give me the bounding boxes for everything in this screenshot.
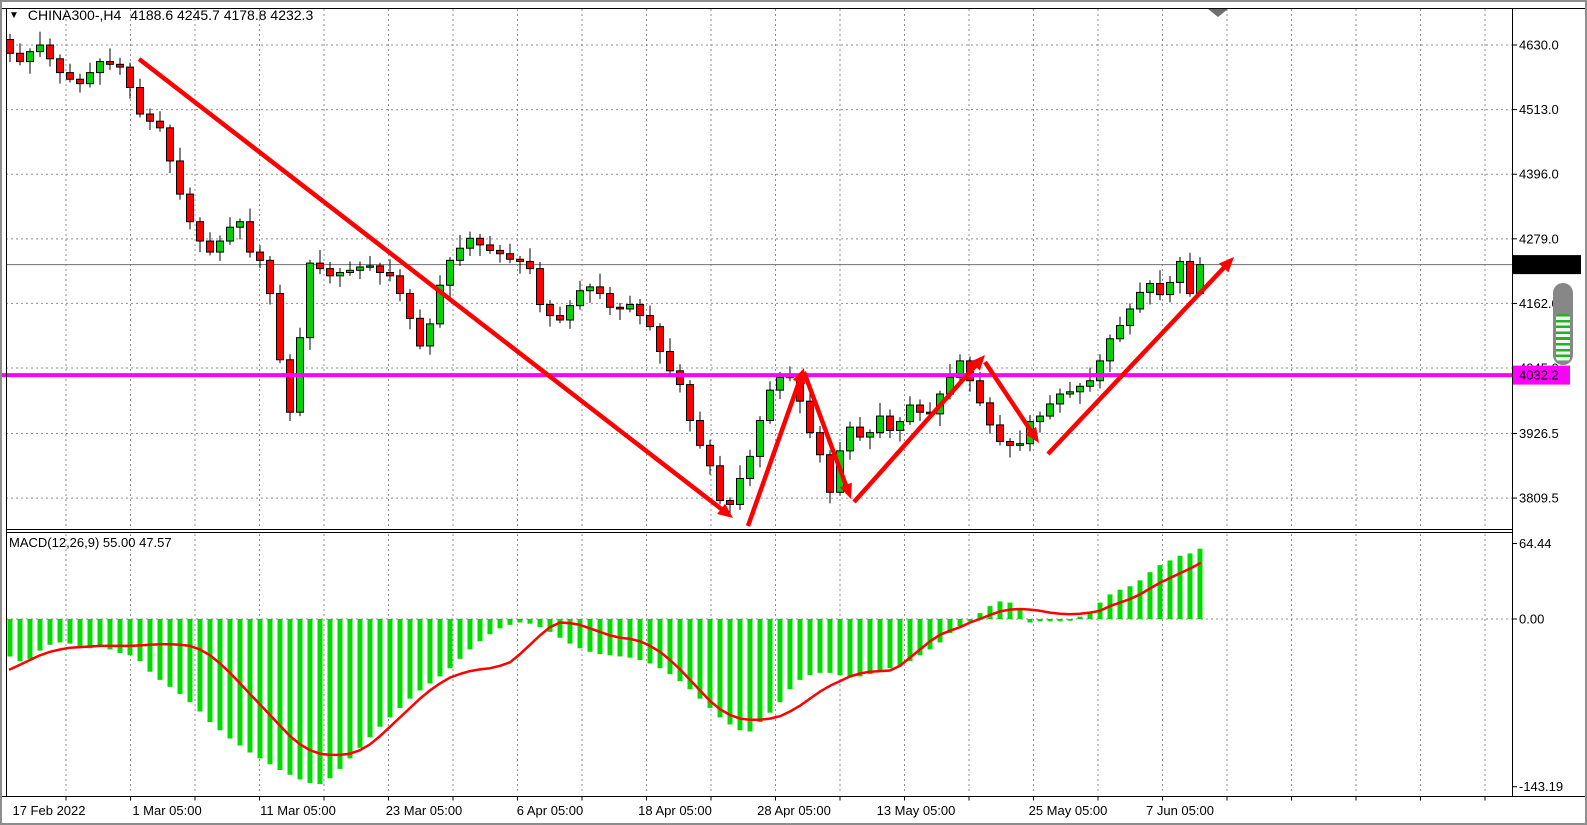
candlesticks [7, 32, 1204, 517]
scrollbar-thumb[interactable] [1553, 283, 1573, 365]
date-label: 1 Mar 05:00 [132, 803, 201, 818]
price-tick-label: 3809.5 [1519, 491, 1559, 506]
date-label: 18 Apr 05:00 [638, 803, 712, 818]
date-label: 28 Apr 05:00 [757, 803, 831, 818]
date-label: 6 Apr 05:00 [517, 803, 584, 818]
price-tick-label: 4630.0 [1519, 38, 1559, 53]
svg-text:4232.3: 4232.3 [1519, 257, 1559, 272]
date-label: 11 Mar 05:00 [260, 803, 336, 818]
price-axis: 4630.04513.04396.04279.04162.04045.03926… [1512, 38, 1581, 506]
price-tick-label: 4279.0 [1519, 231, 1559, 246]
symbol-dropdown-icon[interactable]: ▼ [9, 11, 19, 21]
chart-title: ▼ CHINA300-,H4 4188.6 4245.7 4178.8 4232… [9, 7, 313, 23]
date-label: 7 Jun 05:00 [1146, 803, 1214, 818]
symbol-period-label: CHINA300-,H4 [28, 7, 121, 23]
price-tick-label: 3926.5 [1519, 426, 1559, 441]
mt4-chart-window: 4630.04513.04396.04279.04162.04045.03926… [0, 0, 1587, 825]
chart-canvas: 4630.04513.04396.04279.04162.04045.03926… [2, 2, 1585, 823]
time-axis: 17 Feb 2022 1 Mar 05:00 11 Mar 05:00 23 Mar… [12, 797, 1485, 819]
macd-axis: 64.44 0.00 -143.19 [1512, 536, 1563, 794]
date-label: 17 Feb 2022 [12, 803, 85, 818]
chart-shift-marker[interactable] [1208, 9, 1228, 17]
ohlc-quotes: 4188.6 4245.7 4178.8 4232.3 [130, 7, 313, 23]
date-label: 25 May 05:00 [1029, 803, 1108, 818]
date-label: 23 Mar 05:00 [386, 803, 463, 818]
macd-indicator-label: MACD(12,26,9) 55.00 47.57 [9, 535, 172, 550]
date-label: 13 May 05:00 [877, 803, 956, 818]
trend-arrows[interactable] [139, 59, 1234, 526]
macd-tick-label: -143.19 [1519, 779, 1563, 794]
price-tick-label: 4513.0 [1519, 102, 1559, 117]
price-tick-label: 4396.0 [1519, 167, 1559, 182]
scrollbar-stripes [1556, 314, 1570, 361]
macd-tick-label: 64.44 [1519, 536, 1552, 551]
macd-histogram [8, 549, 1203, 784]
svg-text:4032.2: 4032.2 [1519, 368, 1559, 383]
macd-tick-label: 0.00 [1519, 612, 1544, 627]
